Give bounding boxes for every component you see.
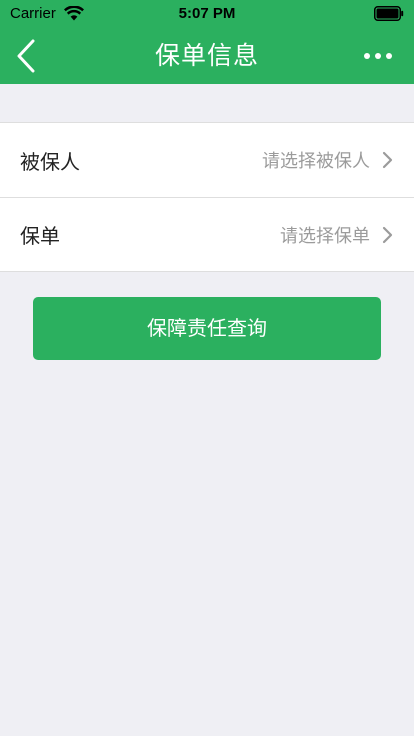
- policy-label: 保单: [20, 224, 60, 248]
- status-time: 5:07 PM: [178, 5, 236, 22]
- policy-placeholder: 请选择保单: [280, 225, 370, 247]
- more-horizontal-icon: [364, 53, 392, 59]
- coverage-query-button[interactable]: 保障责任查询: [33, 297, 381, 360]
- header: Carrier 5:07 PM 保单信息: [0, 0, 414, 84]
- battery-icon: [374, 6, 404, 21]
- policy-selection-list: 被保人 请选择被保人 保单 请选择保单: [0, 122, 414, 272]
- chevron-left-icon: [17, 39, 35, 73]
- status-bar: Carrier 5:07 PM: [0, 0, 414, 28]
- policy-row[interactable]: 保单 请选择保单: [0, 197, 414, 271]
- back-button[interactable]: [16, 34, 60, 78]
- chevron-right-icon: [382, 151, 393, 169]
- insured-person-row[interactable]: 被保人 请选择被保人: [0, 123, 414, 197]
- insured-person-label: 被保人: [20, 149, 80, 174]
- more-button[interactable]: [356, 40, 400, 72]
- navigation-bar: 保单信息: [0, 28, 414, 84]
- page-title: 保单信息: [154, 41, 259, 70]
- chevron-right-icon: [382, 226, 393, 243]
- insured-person-placeholder: 请选择被保人: [262, 151, 370, 172]
- screen: Carrier 5:07 PM 保单信息 被保人 请选择被保人 保单 请选择保单…: [0, 0, 414, 736]
